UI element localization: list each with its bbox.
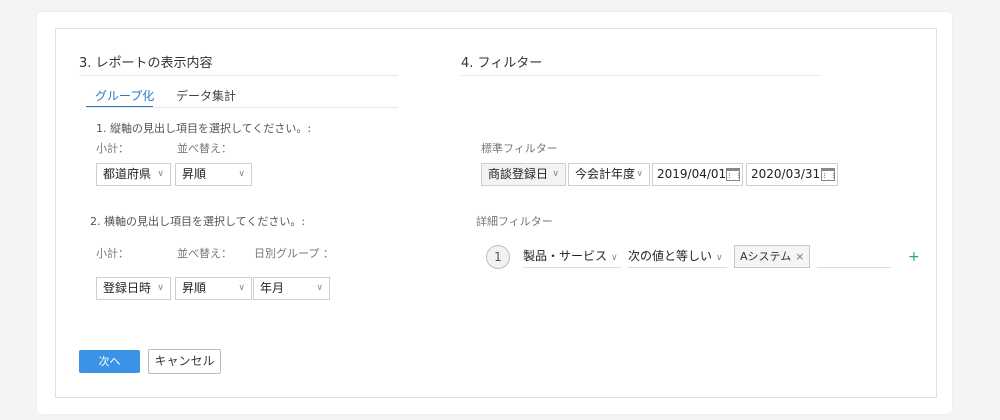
- filter-section-divider: [461, 75, 821, 76]
- start-date-input[interactable]: 2019/04/01: [652, 163, 743, 186]
- standard-filter-field-select[interactable]: 商談登録日 ∨: [481, 163, 566, 186]
- standard-filter-period-value: 今会計年度: [575, 167, 636, 181]
- next-button[interactable]: 次へ: [79, 350, 140, 373]
- chevron-down-icon: ∨: [238, 283, 245, 293]
- chevron-down-icon: ∨: [238, 169, 245, 179]
- standard-filter-field-value: 商談登録日: [488, 167, 549, 181]
- filter-section-title: 4. フィルター: [461, 56, 543, 71]
- column-subtotal-select[interactable]: 登録日時 ∨: [96, 277, 171, 300]
- filter-value-chip: Aシステム ×: [734, 245, 811, 268]
- close-icon[interactable]: ×: [795, 250, 804, 263]
- chevron-down-icon: ∨: [157, 169, 164, 179]
- row-subtotal-value: 都道府県: [103, 167, 152, 181]
- row-subtotal-select[interactable]: 都道府県 ∨: [96, 163, 171, 186]
- tab-divider: [86, 107, 398, 108]
- chevron-down-icon: ∨: [636, 169, 643, 179]
- column-sort-value: 昇順: [182, 281, 207, 295]
- chevron-down-icon: ∨: [552, 169, 559, 179]
- tab-data-aggregation[interactable]: データ集計: [176, 87, 236, 104]
- start-date-value: 2019/04/01: [657, 167, 727, 181]
- chevron-down-icon: ∨: [316, 283, 323, 293]
- date-group-label: 日別グループ ：: [254, 247, 334, 260]
- chevron-down-icon: ∨: [716, 253, 723, 263]
- filter-value-input[interactable]: [817, 267, 891, 268]
- column-group-heading: 2. 横軸の見出し項目を選択してください。:: [90, 215, 306, 228]
- column-subtotal-label: 小計：: [96, 247, 129, 260]
- filter-operator-value: 次の値と等しい: [628, 249, 713, 263]
- calendar-icon[interactable]: [726, 168, 740, 181]
- filter-row-number: 1: [486, 245, 510, 269]
- standard-filter-period-select[interactable]: 今会計年度 ∨: [568, 163, 650, 186]
- plus-icon[interactable]: +: [908, 249, 920, 265]
- calendar-icon[interactable]: [821, 168, 835, 181]
- column-sort-select[interactable]: 昇順 ∨: [175, 277, 252, 300]
- detail-filter-label: 詳細フィルター: [476, 215, 553, 228]
- row-subtotal-label: 小計：: [96, 142, 129, 155]
- filter-field-value: 製品・サービス: [523, 249, 608, 263]
- row-group-heading: 1. 縦軸の見出し項目を選択してください。:: [96, 122, 312, 135]
- row-sort-select[interactable]: 昇順 ∨: [175, 163, 252, 186]
- report-section-title: 3. レポートの表示内容: [79, 56, 213, 71]
- date-group-select[interactable]: 年月 ∨: [253, 277, 330, 300]
- chevron-down-icon: ∨: [611, 253, 618, 263]
- date-group-value: 年月: [260, 281, 285, 295]
- chevron-down-icon: ∨: [157, 283, 164, 293]
- cancel-button[interactable]: キャンセル: [148, 349, 221, 374]
- filter-value-text: Aシステム: [740, 250, 792, 263]
- row-sort-label: 並べ替え：: [177, 142, 232, 155]
- report-section-divider: [79, 75, 398, 76]
- standard-filter-label: 標準フィルター: [481, 142, 558, 155]
- column-subtotal-value: 登録日時: [103, 281, 152, 295]
- end-date-input[interactable]: 2020/03/31: [746, 163, 838, 186]
- end-date-value: 2020/03/31: [751, 167, 821, 181]
- column-sort-label: 並べ替え：: [177, 247, 232, 260]
- row-sort-value: 昇順: [182, 167, 207, 181]
- tab-grouping[interactable]: グループ化: [95, 87, 154, 104]
- filter-field-select[interactable]: 製品・サービス ∨: [523, 246, 621, 268]
- filter-operator-select[interactable]: 次の値と等しい ∨: [628, 246, 727, 268]
